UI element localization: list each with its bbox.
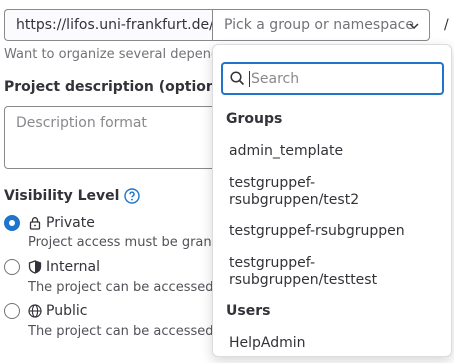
search-input[interactable] — [249, 68, 429, 90]
visibility-option-private[interactable]: Private — [4, 215, 95, 231]
shield-icon — [28, 260, 42, 274]
groups-header: Groups — [226, 111, 283, 127]
users-header: Users — [226, 303, 271, 319]
public-label: Public — [46, 303, 88, 319]
namespace-select-label: Pick a group or namespace — [224, 17, 414, 33]
globe-icon — [28, 304, 42, 318]
user-item[interactable]: HelpAdmin — [229, 335, 439, 352]
description-label: Project description (optional) — [4, 79, 237, 95]
help-text: Want to organize several depend — [4, 47, 220, 62]
text-caret — [249, 71, 250, 87]
group-item[interactable]: admin_template — [229, 143, 439, 160]
group-item[interactable]: testgruppef-rsubgruppen — [229, 223, 439, 240]
visibility-label-row: Visibility Level — [4, 188, 141, 204]
visibility-option-internal[interactable]: Internal — [4, 259, 100, 275]
private-radio[interactable] — [4, 215, 20, 231]
url-separator: / — [444, 17, 449, 33]
internal-label: Internal — [46, 259, 100, 275]
description-textarea[interactable]: Description format — [4, 106, 244, 169]
private-label: Private — [46, 215, 95, 231]
group-item[interactable]: testgruppef-rsubgruppen/test2 — [229, 175, 439, 209]
chevron-down-icon — [409, 23, 419, 30]
search-field[interactable] — [221, 62, 444, 95]
description-placeholder: Description format — [16, 115, 147, 131]
visibility-option-public[interactable]: Public — [4, 303, 87, 319]
public-radio[interactable] — [4, 303, 20, 319]
namespace-select[interactable]: Pick a group or namespace — [212, 9, 430, 41]
new-project-form: https://lifos.uni-frankfurt.de/ Pick a g… — [0, 0, 454, 363]
namespace-dropdown: Groups admin_template testgruppef-rsubgr… — [212, 44, 452, 357]
lock-icon — [29, 217, 41, 230]
private-description: Project access must be grante — [28, 235, 225, 250]
project-url-prefix: https://lifos.uni-frankfurt.de/ — [4, 9, 212, 41]
visibility-label: Visibility Level — [4, 188, 120, 204]
internal-description: The project can be accessed b — [28, 280, 226, 295]
question-circle-icon[interactable] — [124, 188, 141, 204]
internal-radio[interactable] — [4, 259, 20, 275]
group-item[interactable]: testgruppef-rsubgruppen/testtest — [229, 255, 439, 289]
public-description: The project can be accessed v — [28, 324, 226, 339]
search-icon — [230, 71, 245, 86]
